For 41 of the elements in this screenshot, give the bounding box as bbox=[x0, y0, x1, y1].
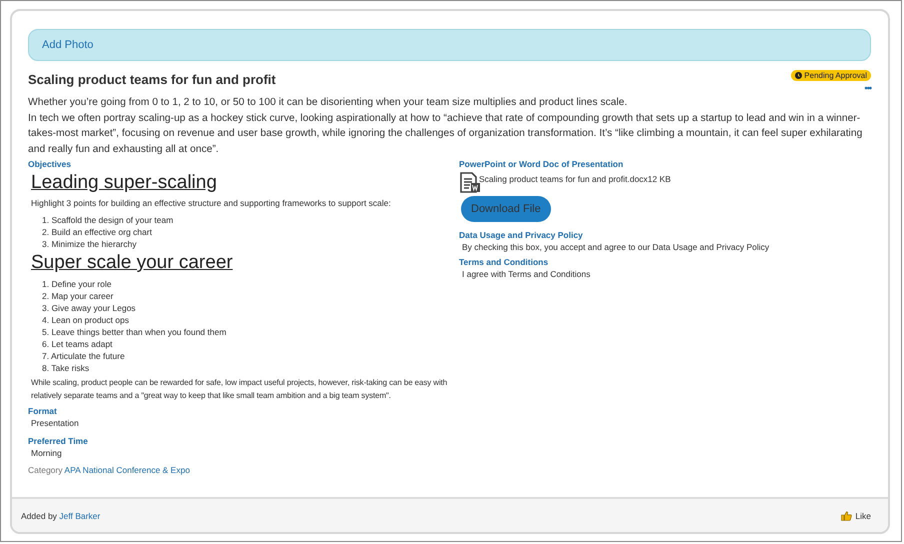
list-item: 2. Map your career bbox=[42, 290, 114, 302]
list-item: 7. Articulate the future bbox=[42, 350, 125, 362]
list-item: 3. Minimize the hierarchy bbox=[42, 238, 136, 250]
list-item: 8. Take risks bbox=[42, 362, 90, 374]
section-label: Objectives bbox=[28, 159, 72, 170]
field-value: I agree with Terms and Conditions bbox=[461, 268, 592, 281]
list-item: 3. Give away your Legos bbox=[42, 302, 136, 314]
description-paragraph: In tech we often portray scaling-up as a hockey stick curve, looking aspirationally at how to “achieve that rate of compounding growth that sets up a startup to lead and win in a winner-takes-most market”, focusing on revenue and user base growth, while ignoring the challenges of organization transformation. It’s “like climbing a mountain, it can feel super exhilarating and really fun and exhausting all at once”. bbox=[28, 112, 864, 156]
attachment-label: PowerPoint or Word Doc of Presentation bbox=[459, 159, 624, 170]
intro-text: Highlight 3 points for building an effective structure and supporting frameworks to support scale: bbox=[31, 197, 392, 210]
field-label: Terms and Conditions bbox=[459, 256, 550, 268]
field-value: Morning bbox=[30, 447, 63, 460]
field-label: Data Usage and Privacy Policy bbox=[459, 229, 584, 241]
event-title: Scaling product teams for fun and profit bbox=[28, 72, 276, 87]
add-photo-button[interactable]: Add Photo bbox=[28, 29, 871, 61]
category-label: Category bbox=[28, 465, 62, 475]
field-label: Format bbox=[28, 405, 58, 417]
list-item: 4. Lean on product ops bbox=[42, 314, 129, 326]
list-item: 2. Build an effective org chart bbox=[42, 226, 152, 238]
document-icon bbox=[459, 172, 481, 194]
list-item: 1. Define your role bbox=[42, 278, 112, 290]
file-info: Scaling product teams for fun and profit.docx12 KB bbox=[479, 174, 671, 184]
section-heading: Leading super-scaling bbox=[31, 172, 218, 194]
more-menu-button[interactable]: ••• bbox=[864, 83, 871, 93]
field-value: By checking this box, you accept and agree to our Data Usage and Privacy Policy bbox=[461, 241, 770, 254]
status-badge: Pending Approval bbox=[791, 70, 871, 81]
clock-icon bbox=[795, 72, 802, 79]
download-file-button[interactable]: Download File bbox=[461, 196, 551, 222]
body-paragraph: While scaling, product people can be rewarded for safe, low impact useful projects, however, risk-taking can be easy with relatively separate teams and a "great way to keep that like small team ambition and a big team system". bbox=[31, 377, 448, 402]
added-by-label: Added by bbox=[21, 510, 57, 520]
thumbs-up-icon bbox=[841, 510, 852, 520]
like-button[interactable]: Like bbox=[841, 510, 871, 520]
field-label: Preferred Time bbox=[28, 435, 89, 447]
author-link[interactable]: Jeff Barker bbox=[59, 510, 100, 520]
section-heading: Super scale your career bbox=[31, 252, 234, 274]
list-item: 6. Let teams adapt bbox=[42, 338, 112, 350]
description-paragraph: Whether you’re going from 0 to 1, 2 to 10, or 50 to 100 it can be disorienting when your team size multiplies and product lines scale. bbox=[28, 96, 628, 110]
category-link[interactable]: APA National Conference & Expo bbox=[64, 465, 190, 475]
field-value: Presentation bbox=[30, 417, 80, 430]
list-item: 1. Scaffold the design of your team bbox=[42, 214, 174, 226]
list-item: 5. Leave things better than when you found them bbox=[42, 326, 226, 338]
